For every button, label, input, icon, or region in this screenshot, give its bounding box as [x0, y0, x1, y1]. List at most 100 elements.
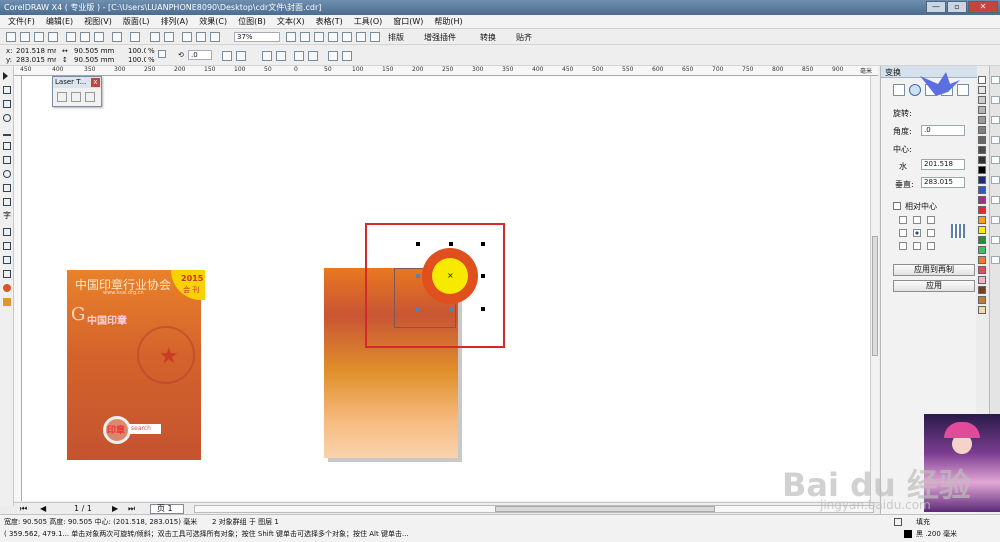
zoom-all-icon[interactable] [328, 32, 338, 42]
mirror-horizontal-icon[interactable] [222, 51, 232, 61]
interactive-fill-icon[interactable] [3, 298, 11, 306]
first-page-icon[interactable]: ⏮ [20, 504, 27, 514]
position-tab-icon[interactable] [893, 84, 905, 96]
anchor-point[interactable] [927, 216, 935, 224]
rectangle-tool-icon[interactable] [3, 156, 11, 164]
docker-tab[interactable] [991, 96, 1000, 104]
to-front-icon[interactable] [328, 51, 338, 61]
menu-edit[interactable]: 编辑(E) [46, 16, 73, 27]
zoom-level-select[interactable]: 37% [234, 32, 280, 42]
palette-swatch[interactable] [978, 276, 986, 284]
height-field[interactable]: 90.505 mm [72, 56, 116, 64]
print-icon[interactable] [48, 32, 58, 42]
copy-icon[interactable] [80, 32, 90, 42]
paste-icon[interactable] [94, 32, 104, 42]
group-icon[interactable] [262, 51, 272, 61]
anchor-point-selected[interactable] [913, 229, 921, 237]
laser-arrow-icon[interactable] [85, 92, 95, 102]
anchor-point[interactable] [899, 216, 907, 224]
plugin-typeset[interactable]: 排版 [388, 32, 404, 43]
maximize-button[interactable]: ▫ [947, 1, 967, 13]
horizontal-scrollbar[interactable] [194, 505, 874, 513]
app-launcher-icon[interactable] [182, 32, 192, 42]
horizontal-ruler[interactable]: 450 400 350 300 250 200 150 100 50 0 50 … [14, 66, 878, 76]
shape-tool-icon[interactable] [3, 86, 11, 94]
y-position-field[interactable]: 283.015 mm [14, 56, 56, 64]
lock-ratio-icon[interactable] [158, 50, 166, 58]
close-button[interactable]: ✕ [968, 1, 998, 13]
palette-swatch[interactable] [978, 86, 986, 94]
palette-swatch[interactable] [978, 126, 986, 134]
menu-text[interactable]: 文本(X) [277, 16, 305, 27]
menu-tools[interactable]: 工具(O) [354, 16, 383, 27]
x-position-field[interactable]: 201.518 mm [14, 47, 56, 55]
plugin-enhance[interactable]: 增强插件 [424, 32, 456, 43]
selection-handle[interactable] [449, 307, 453, 311]
menu-layout[interactable]: 版面(L) [123, 16, 150, 27]
crop-tool-icon[interactable] [3, 100, 11, 108]
pick-tool-icon[interactable] [3, 72, 8, 80]
outline-tool-icon[interactable] [3, 270, 11, 278]
palette-swatch[interactable] [978, 206, 986, 214]
laser-line-icon[interactable] [71, 92, 81, 102]
fill-tool-icon[interactable] [3, 284, 11, 292]
ellipse-tool-icon[interactable] [3, 170, 11, 178]
zoom-out-icon[interactable] [300, 32, 310, 42]
selection-handle[interactable] [449, 242, 453, 246]
menu-arrange[interactable]: 排列(A) [161, 16, 189, 27]
palette-swatch[interactable] [978, 286, 986, 294]
last-page-icon[interactable]: ⏭ [128, 504, 135, 514]
eyedropper-icon[interactable] [3, 256, 11, 264]
palette-swatch[interactable] [978, 166, 986, 174]
selection-handle[interactable] [481, 274, 485, 278]
anchor-point[interactable] [899, 242, 907, 250]
export-icon[interactable] [164, 32, 174, 42]
redo-icon[interactable] [130, 32, 140, 42]
center-v-input[interactable]: 283.015 [921, 177, 965, 188]
palette-swatch[interactable] [978, 96, 986, 104]
docker-tab[interactable] [991, 176, 1000, 184]
plugin-convert[interactable]: 转换 [480, 32, 496, 43]
corel-online-icon[interactable] [210, 32, 220, 42]
mirror-vertical-icon[interactable] [236, 51, 246, 61]
palette-swatch[interactable] [978, 216, 986, 224]
docker-tab[interactable] [991, 256, 1000, 264]
vertical-scrollbar[interactable] [870, 76, 879, 502]
scale-width-field[interactable]: 100.0 [126, 47, 146, 55]
laser-dialog-close-button[interactable]: x [91, 78, 100, 87]
page-tab[interactable]: 页 1 [150, 504, 184, 514]
palette-swatch[interactable] [978, 146, 986, 154]
cover-left-page[interactable]: 中国印章行业协会 www.sxal.org.cn 2015 会 刊 G 中国印章… [67, 270, 205, 460]
menu-effects[interactable]: 效果(C) [199, 16, 227, 27]
palette-swatch[interactable] [978, 296, 986, 304]
zoom-page-icon[interactable] [342, 32, 352, 42]
palette-swatch[interactable] [978, 226, 986, 234]
vertical-ruler[interactable] [14, 76, 22, 501]
selection-handle[interactable] [481, 307, 485, 311]
docker-tab[interactable] [991, 116, 1000, 124]
break-apart-icon[interactable] [308, 51, 318, 61]
to-back-icon[interactable] [342, 51, 352, 61]
palette-swatch[interactable] [978, 76, 986, 84]
vertical-scroll-thumb[interactable] [872, 236, 878, 356]
menu-file[interactable]: 文件(F) [8, 16, 35, 27]
zoom-height-icon[interactable] [370, 32, 380, 42]
anchor-point[interactable] [927, 229, 935, 237]
palette-swatch[interactable] [978, 266, 986, 274]
new-file-icon[interactable] [6, 32, 16, 42]
apply-button[interactable]: 应用 [893, 280, 975, 292]
palette-swatch[interactable] [978, 156, 986, 164]
relative-center-checkbox[interactable] [893, 202, 901, 210]
width-field[interactable]: 90.505 mm [72, 47, 116, 55]
ungroup-icon[interactable] [276, 51, 286, 61]
save-icon[interactable] [34, 32, 44, 42]
palette-swatch[interactable] [978, 186, 986, 194]
palette-swatch[interactable] [978, 246, 986, 254]
undo-icon[interactable] [112, 32, 122, 42]
interactive-blend-icon[interactable] [3, 242, 11, 250]
palette-swatch[interactable] [978, 136, 986, 144]
smart-fill-icon[interactable] [3, 142, 11, 150]
docker-tab[interactable] [991, 196, 1000, 204]
rotation-angle-field[interactable]: .0 [188, 50, 212, 60]
docker-tab[interactable] [991, 236, 1000, 244]
